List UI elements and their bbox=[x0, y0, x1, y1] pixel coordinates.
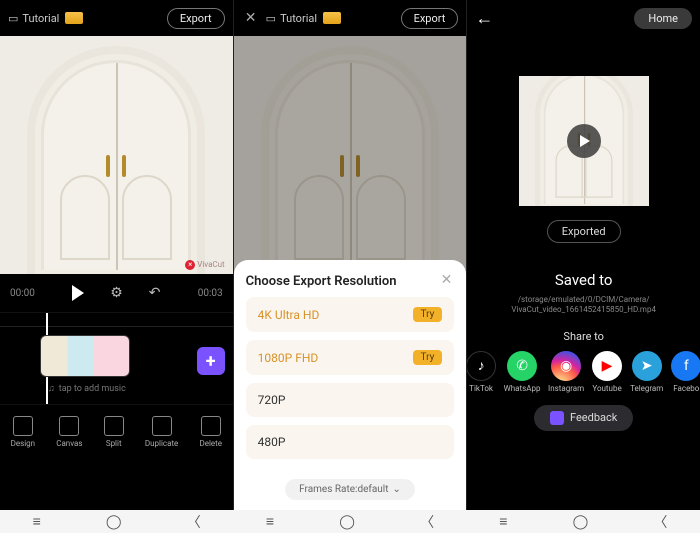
door-graphic bbox=[41, 60, 191, 270]
toolbar: Design Canvas Split Duplicate Delete bbox=[0, 404, 233, 458]
add-music-hint[interactable]: ♫ tap to add music bbox=[48, 383, 126, 394]
whatsapp-icon: ✆ bbox=[507, 351, 537, 381]
video-clip[interactable] bbox=[40, 335, 130, 377]
delete-icon bbox=[201, 416, 221, 436]
tool-split[interactable]: Split bbox=[104, 416, 124, 448]
tab-tutorial[interactable]: ▭ Tutorial bbox=[8, 12, 59, 25]
music-icon: ♫ bbox=[48, 383, 55, 394]
back-nav-icon[interactable]: 〈 bbox=[420, 512, 434, 532]
undo-icon[interactable]: ↶ bbox=[149, 285, 161, 301]
share-row: ♪TikTok ✆WhatsApp ◉Instagram ▶Youtube ➤T… bbox=[467, 351, 700, 393]
tool-design[interactable]: Design bbox=[11, 416, 35, 448]
instagram-icon: ◉ bbox=[551, 351, 581, 381]
tab-label: Tutorial bbox=[22, 12, 59, 25]
export-topbar: ✕ ▭ Tutorial Export bbox=[234, 0, 467, 36]
saved-path: /storage/emulated/0/DCIM/Camera/ VivaCut… bbox=[499, 295, 668, 316]
home-button[interactable]: Home bbox=[634, 8, 692, 29]
feedback-button[interactable]: Feedback bbox=[534, 405, 633, 431]
back-nav-icon[interactable]: 〈 bbox=[653, 512, 667, 532]
time-current: 00:00 bbox=[10, 288, 35, 299]
resolution-4k[interactable]: 4K Ultra HD Try bbox=[246, 297, 455, 332]
share-whatsapp[interactable]: ✆WhatsApp bbox=[504, 351, 540, 393]
door-graphic bbox=[275, 60, 425, 270]
tool-canvas[interactable]: Canvas bbox=[56, 416, 82, 448]
timeline[interactable]: ♫ tap to add music + bbox=[0, 312, 233, 404]
result-thumbnail[interactable] bbox=[519, 76, 649, 206]
home-icon[interactable]: ◯ bbox=[339, 514, 355, 530]
youtube-icon: ▶ bbox=[592, 351, 622, 381]
try-badge: Try bbox=[413, 307, 443, 322]
recents-icon[interactable]: ≡ bbox=[33, 513, 41, 530]
sheet-close-icon[interactable]: ✕ bbox=[441, 272, 453, 288]
recents-icon[interactable]: ≡ bbox=[266, 513, 274, 530]
facebook-icon: f bbox=[671, 351, 700, 381]
resolution-720p[interactable]: 720P bbox=[246, 383, 455, 417]
sheet-title: Choose Export Resolution bbox=[246, 274, 455, 289]
document-icon: ▭ bbox=[266, 12, 276, 25]
share-telegram[interactable]: ➤Telegram bbox=[630, 351, 663, 393]
ruler bbox=[0, 313, 233, 327]
back-icon[interactable]: ← bbox=[475, 8, 493, 29]
playback-controls: 00:00 ⚙ ↶ 00:03 bbox=[0, 274, 233, 312]
close-icon[interactable]: ✕ bbox=[242, 10, 260, 26]
try-badge: Try bbox=[413, 350, 443, 365]
add-clip-button[interactable]: + bbox=[197, 347, 225, 375]
share-tiktok[interactable]: ♪TikTok bbox=[466, 351, 496, 393]
tab-tutorial-2[interactable]: ▭ Tutorial bbox=[266, 12, 317, 25]
tool-duplicate[interactable]: Duplicate bbox=[145, 416, 178, 448]
back-nav-icon[interactable]: 〈 bbox=[187, 512, 201, 532]
time-total: 00:03 bbox=[198, 288, 223, 299]
clip-row bbox=[40, 335, 130, 377]
editor-panel: ▭ Tutorial Export ×VivaCut 00:00 ⚙ ↶ 00:… bbox=[0, 0, 233, 510]
home-icon[interactable]: ◯ bbox=[573, 514, 589, 530]
preview-area[interactable]: ×VivaCut bbox=[0, 36, 233, 274]
canvas-icon bbox=[59, 416, 79, 436]
share-instagram[interactable]: ◉Instagram bbox=[548, 351, 584, 393]
crown-icon[interactable] bbox=[323, 12, 341, 24]
resolution-480p[interactable]: 480P bbox=[246, 425, 455, 459]
share-youtube[interactable]: ▶Youtube bbox=[592, 351, 622, 393]
exported-badge: Exported bbox=[547, 220, 621, 243]
share-facebook[interactable]: fFacebo bbox=[671, 351, 700, 393]
export-sheet: Choose Export Resolution ✕ 4K Ultra HD T… bbox=[234, 260, 467, 510]
crown-icon[interactable] bbox=[65, 12, 83, 24]
resolution-1080p[interactable]: 1080P FHD Try bbox=[246, 340, 455, 375]
watermark[interactable]: ×VivaCut bbox=[185, 260, 224, 270]
share-title: Share to bbox=[563, 330, 604, 343]
chevron-down-icon: ⌄ bbox=[393, 484, 401, 495]
editor-topbar: ▭ Tutorial Export bbox=[0, 0, 233, 36]
preview-dimmed: ×VivaCut bbox=[234, 36, 467, 274]
saved-panel: ← Home Exported Saved to /storage/emulat… bbox=[466, 0, 700, 510]
tool-delete[interactable]: Delete bbox=[199, 416, 222, 448]
telegram-icon: ➤ bbox=[632, 351, 662, 381]
split-icon bbox=[104, 416, 124, 436]
saved-topbar: ← Home bbox=[467, 0, 700, 36]
feedback-icon bbox=[550, 411, 564, 425]
document-icon: ▭ bbox=[8, 12, 18, 25]
frame-rate-selector[interactable]: Frames Rate:default ⌄ bbox=[285, 479, 415, 500]
saved-title: Saved to bbox=[555, 271, 613, 289]
design-icon bbox=[13, 416, 33, 436]
duplicate-icon bbox=[152, 416, 172, 436]
home-icon[interactable]: ◯ bbox=[106, 514, 122, 530]
recents-icon[interactable]: ≡ bbox=[499, 513, 507, 530]
export-button[interactable]: Export bbox=[167, 8, 225, 29]
tiktok-icon: ♪ bbox=[466, 351, 496, 381]
export-panel: ✕ ▭ Tutorial Export ×VivaCut Choose Expo… bbox=[233, 0, 467, 510]
android-navbar: ≡ ◯ 〈 ≡ ◯ 〈 ≡ ◯ 〈 bbox=[0, 510, 700, 533]
play-button[interactable] bbox=[72, 285, 84, 301]
settings-icon[interactable]: ⚙ bbox=[110, 285, 123, 301]
play-overlay-icon[interactable] bbox=[567, 124, 601, 158]
export-button-2[interactable]: Export bbox=[401, 8, 459, 29]
